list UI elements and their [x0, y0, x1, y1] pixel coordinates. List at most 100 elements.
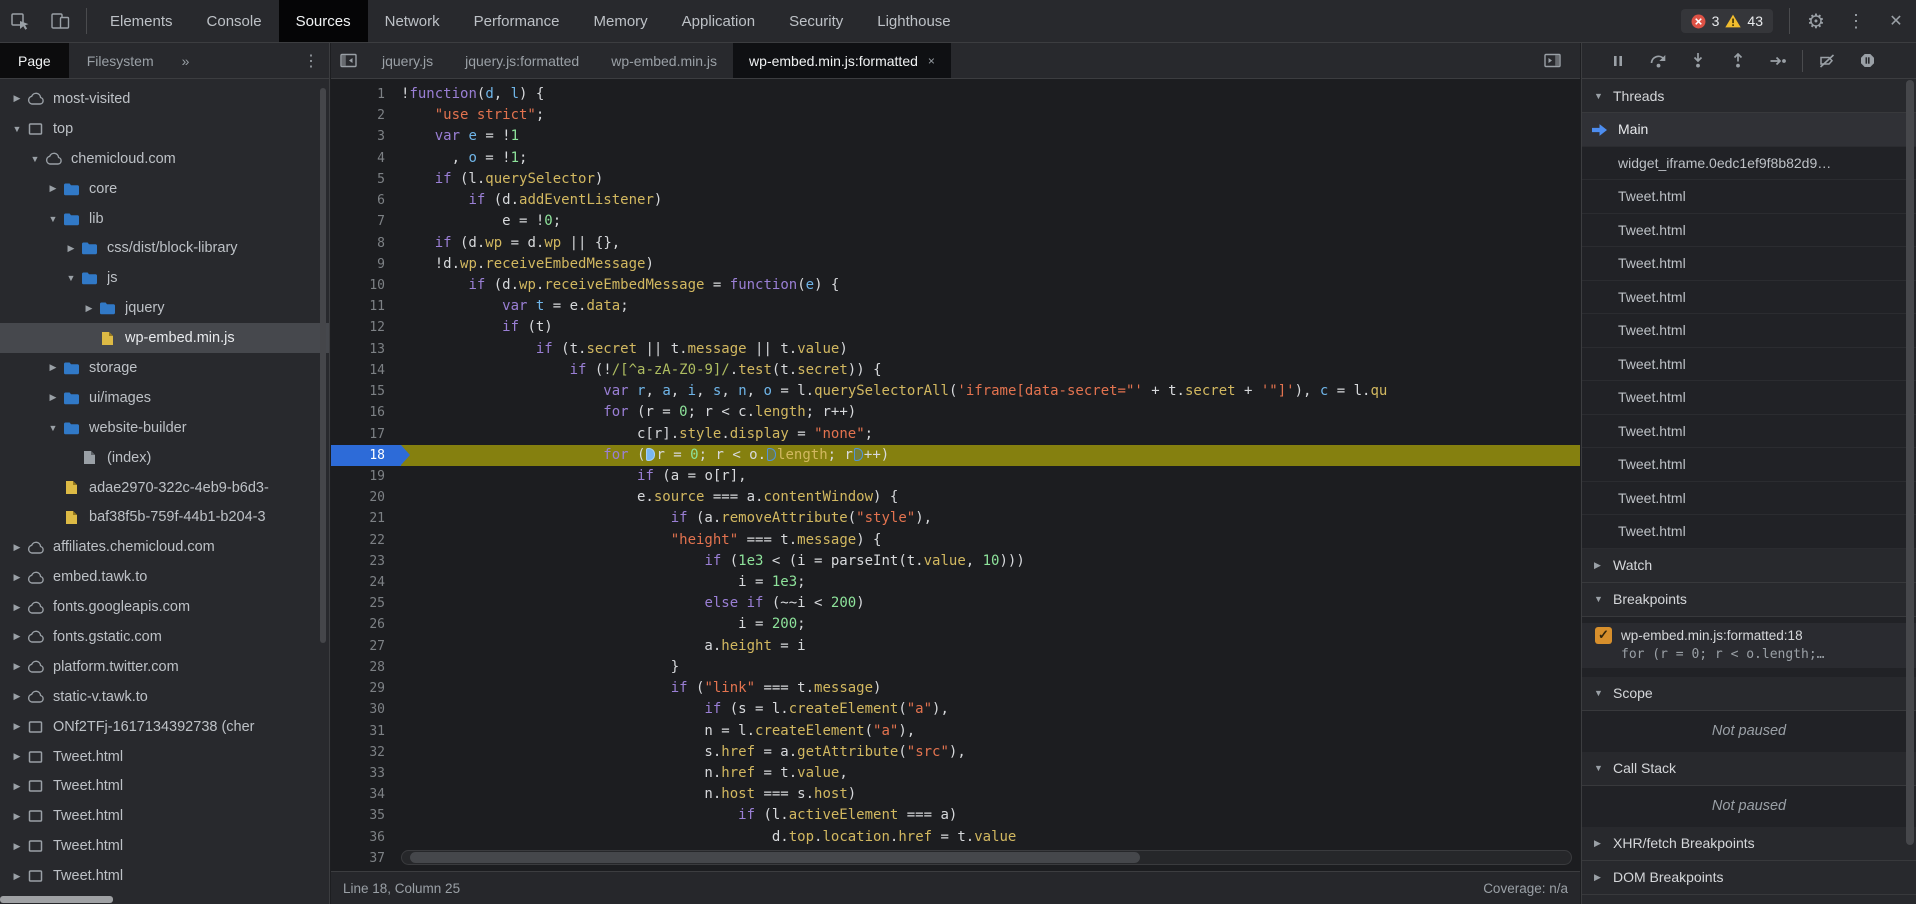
- chevron-right-icon[interactable]: ▶: [80, 303, 98, 314]
- tree-vertical-scrollbar[interactable]: [320, 88, 326, 643]
- line-number[interactable]: 4: [331, 148, 401, 169]
- line-number[interactable]: 36: [331, 827, 401, 848]
- tree-item-fonts-gstatic-com[interactable]: ▶fonts.gstatic.com: [0, 622, 329, 652]
- code-line-text[interactable]: if (d.wp.receiveEmbedMessage = function(…: [401, 275, 1580, 296]
- thread-tweet-html[interactable]: Tweet.html: [1582, 381, 1916, 415]
- code-line-text[interactable]: if ("link" === t.message): [401, 678, 1580, 699]
- tab-filesystem[interactable]: Filesystem: [69, 43, 172, 78]
- code-line-text[interactable]: var t = e.data;: [401, 296, 1580, 317]
- tree-item-website-builder[interactable]: ▼website-builder: [0, 413, 329, 443]
- code-line-text[interactable]: e.source === a.contentWindow) {: [401, 487, 1580, 508]
- line-number[interactable]: 10: [331, 275, 401, 296]
- code-line-text[interactable]: if (a.removeAttribute("style"),: [401, 508, 1580, 529]
- code-line-text[interactable]: "use strict";: [401, 105, 1580, 126]
- line-number[interactable]: 17: [331, 424, 401, 445]
- code-line-text[interactable]: !function(d, l) {: [401, 84, 1580, 105]
- line-number[interactable]: 7: [331, 211, 401, 232]
- inline-breakpoint-marker[interactable]: [854, 448, 863, 461]
- code-line-text[interactable]: if (1e3 < (i = parseInt(t.value, 10))): [401, 551, 1580, 572]
- code-line-text[interactable]: !d.wp.receiveEmbedMessage): [401, 254, 1580, 275]
- more-options-icon[interactable]: ⋮: [1836, 0, 1876, 42]
- chevron-right-icon[interactable]: ▶: [8, 631, 26, 642]
- chevron-right-icon[interactable]: ▶: [44, 392, 62, 403]
- line-number[interactable]: 6: [331, 190, 401, 211]
- line-number[interactable]: 23: [331, 551, 401, 572]
- thread-tweet-html[interactable]: Tweet.html: [1582, 515, 1916, 549]
- line-number[interactable]: 13: [331, 339, 401, 360]
- tab-application[interactable]: Application: [665, 0, 772, 42]
- chevron-down-icon[interactable]: ▼: [8, 124, 26, 134]
- tab-lighthouse[interactable]: Lighthouse: [860, 0, 967, 42]
- thread-tweet-html[interactable]: Tweet.html: [1582, 214, 1916, 248]
- tab-security[interactable]: Security: [772, 0, 860, 42]
- line-number[interactable]: 19: [331, 466, 401, 487]
- tab-console[interactable]: Console: [190, 0, 279, 42]
- chevron-right-icon[interactable]: ▶: [8, 841, 26, 852]
- step-into-icon[interactable]: [1678, 44, 1718, 78]
- tree-item-top[interactable]: ▼top: [0, 114, 329, 144]
- chevron-down-icon[interactable]: ▼: [62, 273, 80, 283]
- code-line-text[interactable]: s.href = a.getAttribute("src"),: [401, 742, 1580, 763]
- code-line-text[interactable]: d.top.location.href = t.value: [401, 827, 1580, 848]
- section-global-listeners[interactable]: ▶Global Listeners: [1582, 895, 1916, 904]
- chevron-right-icon[interactable]: ▶: [8, 572, 26, 583]
- chevron-down-icon[interactable]: ▼: [44, 214, 62, 224]
- line-number[interactable]: 20: [331, 487, 401, 508]
- chevron-right-icon[interactable]: ▶: [8, 721, 26, 732]
- tab-page[interactable]: Page: [0, 43, 69, 78]
- thread-tweet-html[interactable]: Tweet.html: [1582, 448, 1916, 482]
- deactivate-breakpoints-icon[interactable]: [1807, 44, 1847, 78]
- section-scope[interactable]: ▼Scope: [1582, 677, 1916, 711]
- chevron-right-icon[interactable]: ▶: [8, 781, 26, 792]
- line-number[interactable]: 31: [331, 721, 401, 742]
- tree-item-most-visited[interactable]: ▶most-visited: [0, 84, 329, 114]
- pause-icon[interactable]: [1598, 44, 1638, 78]
- thread-tweet-html[interactable]: Tweet.html: [1582, 348, 1916, 382]
- tree-item-ui-images[interactable]: ▶ui/images: [0, 383, 329, 413]
- tree-item-css-dist-block-library[interactable]: ▶css/dist/block-library: [0, 233, 329, 263]
- code-line-text[interactable]: n.href = t.value,: [401, 763, 1580, 784]
- chevron-right-icon[interactable]: ▶: [8, 751, 26, 762]
- code-viewport[interactable]: 1!function(d, l) {2 "use strict";3 var e…: [331, 84, 1580, 871]
- debugger-vertical-scrollbar[interactable]: [1906, 80, 1914, 845]
- tree-item-platform-twitter-com[interactable]: ▶platform.twitter.com: [0, 652, 329, 682]
- tree-item-static-v-tawk-to[interactable]: ▶static-v.tawk.to: [0, 682, 329, 712]
- chevron-down-icon[interactable]: ▼: [44, 423, 62, 433]
- line-number[interactable]: 21: [331, 508, 401, 529]
- tree-item-jquery[interactable]: ▶jquery: [0, 293, 329, 323]
- chevron-right-icon[interactable]: ▶: [8, 542, 26, 553]
- line-number[interactable]: 25: [331, 593, 401, 614]
- section-dom-breakpoints[interactable]: ▶DOM Breakpoints: [1582, 861, 1916, 895]
- close-devtools-icon[interactable]: ✕: [1876, 0, 1916, 42]
- chevron-down-icon[interactable]: ▼: [26, 154, 44, 164]
- code-line-text[interactable]: if (a = o[r],: [401, 466, 1580, 487]
- chevron-right-icon[interactable]: ▶: [8, 661, 26, 672]
- line-number[interactable]: 15: [331, 381, 401, 402]
- tree-item--index-[interactable]: (index): [0, 443, 329, 473]
- thread-widget-iframe-0edc1ef9f8b82d9-[interactable]: widget_iframe.0edc1ef9f8b82d9…: [1582, 147, 1916, 181]
- expand-debugger-pane-icon[interactable]: [1535, 53, 1570, 68]
- tree-item-tweet-html[interactable]: ▶Tweet.html: [0, 861, 329, 891]
- code-line-text[interactable]: "height" === t.message) {: [401, 530, 1580, 551]
- tree-item-tweet-html[interactable]: ▶Tweet.html: [0, 831, 329, 861]
- tab-performance[interactable]: Performance: [457, 0, 577, 42]
- line-number[interactable]: 16: [331, 402, 401, 423]
- editor-horizontal-scrollbar[interactable]: [401, 850, 1572, 865]
- section-xhr-breakpoints[interactable]: ▶XHR/fetch Breakpoints: [1582, 827, 1916, 861]
- chevron-right-icon[interactable]: ▶: [44, 362, 62, 373]
- line-number[interactable]: 11: [331, 296, 401, 317]
- line-number[interactable]: 2: [331, 105, 401, 126]
- collapse-navigator-icon[interactable]: [331, 53, 366, 68]
- issues-badge[interactable]: 3 43: [1681, 9, 1773, 33]
- thread-tweet-html[interactable]: Tweet.html: [1582, 415, 1916, 449]
- code-line-text[interactable]: for (r = 0; r < c.length; r++): [401, 402, 1580, 423]
- line-number[interactable]: 35: [331, 805, 401, 826]
- editor-tab-wp-embed-min-js-formatted[interactable]: wp-embed.min.js:formatted×: [733, 43, 951, 78]
- tab-sources[interactable]: Sources: [279, 0, 368, 42]
- section-call-stack[interactable]: ▼Call Stack: [1582, 752, 1916, 786]
- tree-item-baf38f5b-759f-44b1-b204-3[interactable]: baf38f5b-759f-44b1-b204-3: [0, 502, 329, 532]
- code-line-text[interactable]: if (t): [401, 317, 1580, 338]
- code-line-text[interactable]: a.height = i: [401, 636, 1580, 657]
- code-line-text[interactable]: i = 1e3;: [401, 572, 1580, 593]
- tree-item-core[interactable]: ▶core: [0, 174, 329, 204]
